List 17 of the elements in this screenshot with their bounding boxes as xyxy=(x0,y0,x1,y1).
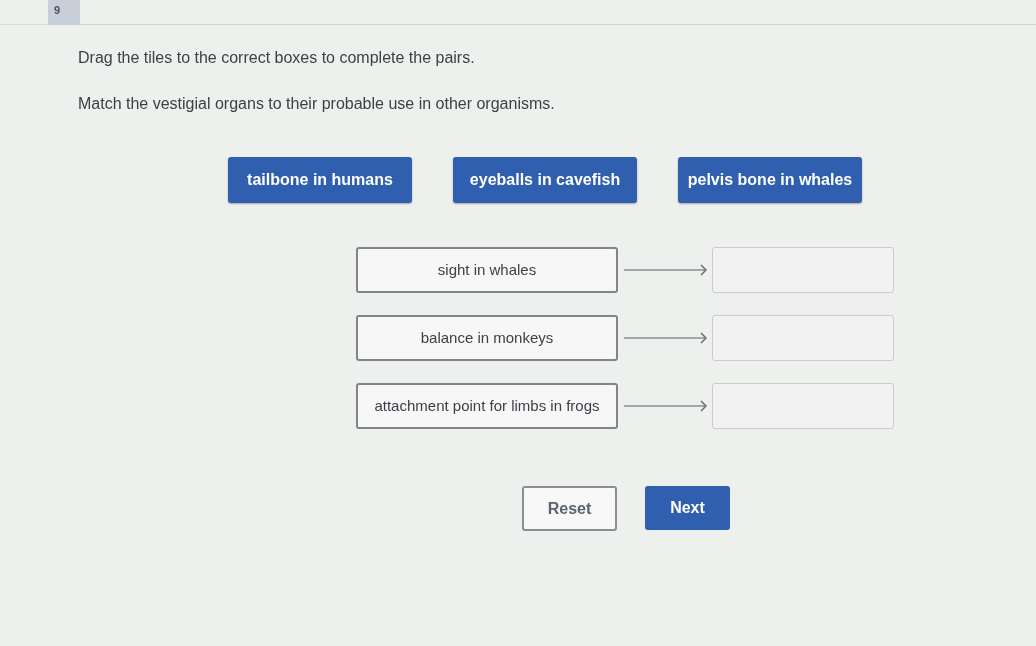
answer-tile[interactable]: tailbone in humans xyxy=(228,157,412,203)
prompt-box: balance in monkeys xyxy=(356,315,618,361)
prompt-box: sight in whales xyxy=(356,247,618,293)
arrow-icon xyxy=(624,332,708,344)
answer-box[interactable] xyxy=(712,383,894,429)
answer-box[interactable] xyxy=(712,247,894,293)
reset-button[interactable]: Reset xyxy=(522,486,617,531)
prompt-box: attachment point for limbs in frogs xyxy=(356,383,618,429)
question-number: 9 xyxy=(48,0,80,25)
arrow-icon xyxy=(624,400,708,412)
instruction-text: Match the vestigial organs to their probable use in other organisms. xyxy=(78,95,555,113)
arrow-icon xyxy=(624,264,708,276)
answer-tile[interactable]: pelvis bone in whales xyxy=(678,157,862,203)
next-button[interactable]: Next xyxy=(645,486,730,530)
answer-tile[interactable]: eyeballs in cavefish xyxy=(453,157,637,203)
instruction-text: Drag the tiles to the correct boxes to complete the pairs. xyxy=(78,49,475,67)
answer-box[interactable] xyxy=(712,315,894,361)
